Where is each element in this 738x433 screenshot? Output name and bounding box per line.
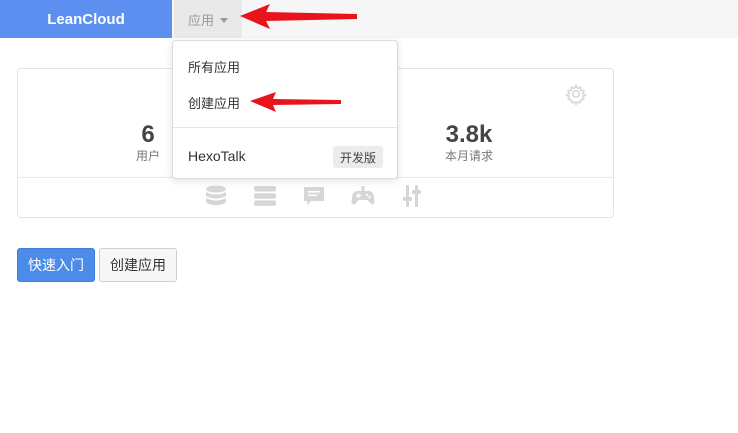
menu-item-create-app[interactable]: 创建应用 [188,93,240,112]
users-stat: 6 用户 [128,121,168,163]
settings-sliders-icon[interactable] [400,184,424,208]
menu-item-all-apps[interactable]: 所有应用 [188,57,240,76]
menu-item-app-hexotalk[interactable]: HexoTalk [188,148,246,164]
apps-menu-toggle[interactable]: 应用 [174,0,242,38]
brand-logo[interactable]: LeanCloud [0,0,172,38]
requests-stat: 3.8k 本月请求 [432,121,506,163]
gamepad-icon[interactable] [351,184,375,208]
database-icon[interactable] [204,184,228,208]
annotation-arrow-icon [250,92,341,112]
apps-menu-label: 应用 [187,12,214,28]
feature-icons-row [204,184,424,208]
users-count: 6 [141,121,155,148]
app-status-badge: 开发版 [333,146,383,168]
menu-divider [173,127,397,128]
quickstart-button[interactable]: 快速入门 [17,248,95,282]
annotation-arrow-icon [240,4,357,29]
message-icon[interactable] [302,184,326,208]
requests-label: 本月请求 [444,149,493,163]
server-icon[interactable] [253,184,277,208]
chevron-down-icon [220,17,228,23]
requests-count: 3.8k [445,121,493,148]
gear-icon[interactable] [565,83,587,105]
top-navbar: LeanCloud 应用 [0,0,738,38]
users-label: 用户 [135,149,160,163]
create-app-button[interactable]: 创建应用 [99,248,177,282]
